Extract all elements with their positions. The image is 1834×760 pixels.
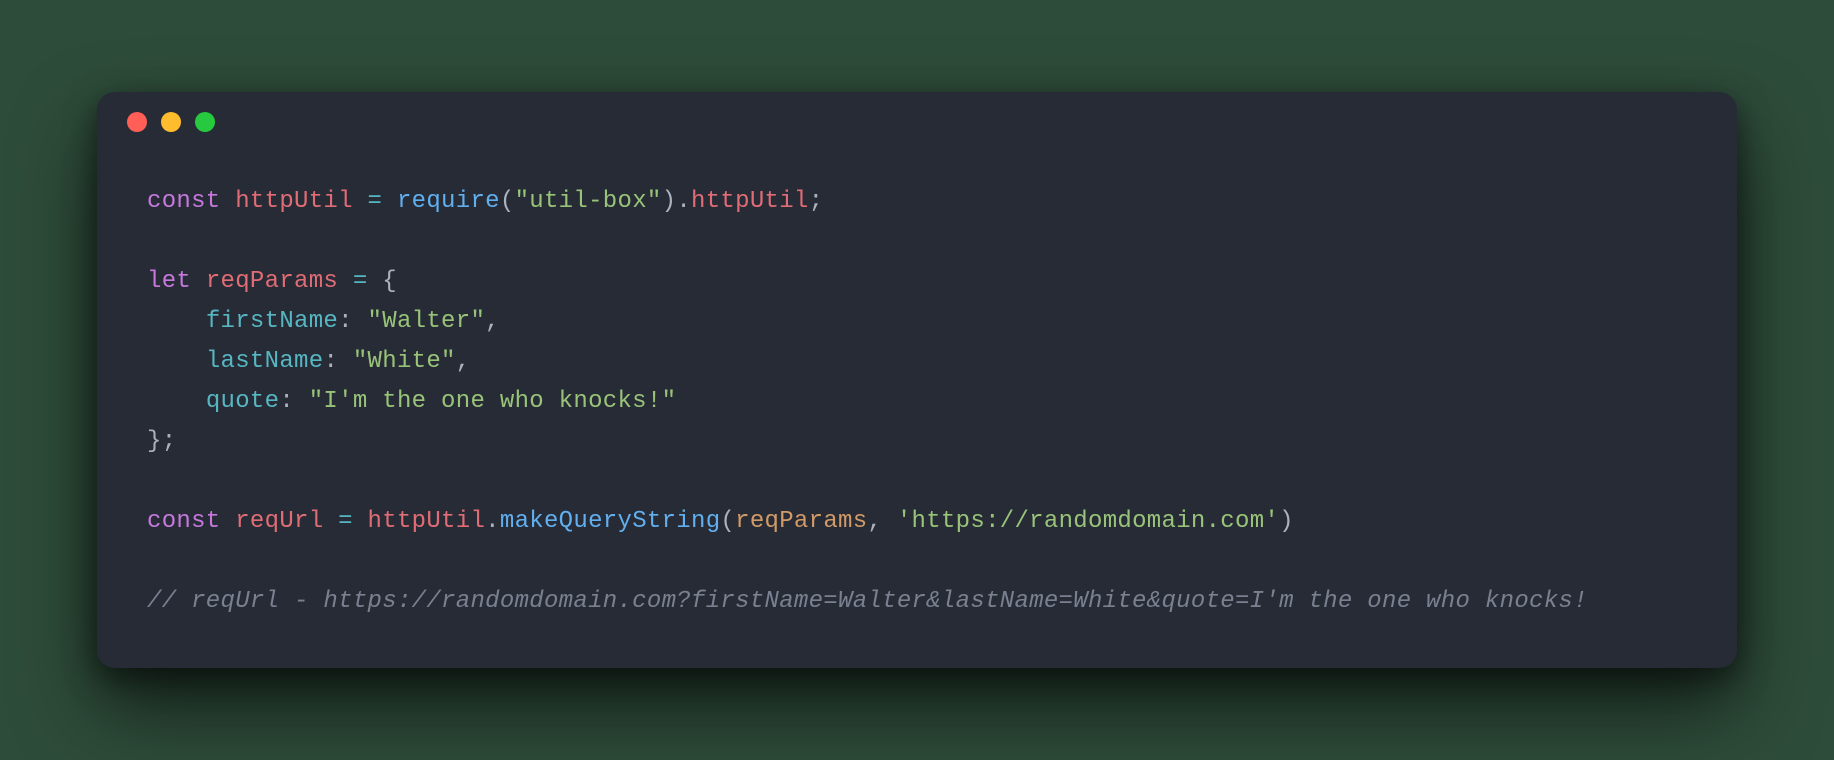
identifier-reqUrl: reqUrl [235,508,323,535]
code-line-5: lastName: "White", [147,348,470,375]
keyword-const: const [147,188,221,215]
prop-httpUtil: httpUtil [691,188,809,215]
string-white: "White" [353,348,456,375]
colon: : [323,348,352,375]
prop-lastName: lastName [206,348,324,375]
fn-require: require [397,188,500,215]
code-line-1: const httpUtil = require("util-box").htt… [147,188,823,215]
operator-eq: = [353,188,397,215]
string-walter: "Walter" [368,308,486,335]
keyword-const: const [147,508,221,535]
paren-open: ( [720,508,735,535]
window-titlebar [97,92,1737,152]
obj-httpUtil: httpUtil [368,508,486,535]
dot: . [485,508,500,535]
keyword-let: let [147,268,191,295]
close-icon[interactable] [127,112,147,132]
code-block: const httpUtil = require("util-box").htt… [97,152,1737,632]
comma: , [485,308,500,335]
identifier-httpUtil: httpUtil [235,188,353,215]
string-utilbox: "util-box" [515,188,662,215]
stage: const httpUtil = require("util-box").htt… [0,0,1834,760]
semicolon: ; [809,188,824,215]
code-window: const httpUtil = require("util-box").htt… [97,92,1737,668]
prop-firstName: firstName [206,308,338,335]
code-line-4: firstName: "Walter", [147,308,500,335]
minimize-icon[interactable] [161,112,181,132]
code-line-3: let reqParams = { [147,268,397,295]
dot: . [676,188,691,215]
indent [147,348,206,375]
code-line-9: const reqUrl = httpUtil.makeQueryString(… [147,508,1294,535]
maximize-icon[interactable] [195,112,215,132]
paren-close: ) [662,188,677,215]
fn-makeQueryString: makeQueryString [500,508,721,535]
code-line-7: }; [147,428,176,455]
brace-open: { [382,268,397,295]
operator-eq: = [338,268,382,295]
comma: , [867,508,896,535]
colon: : [338,308,367,335]
semicolon: ; [162,428,177,455]
indent [147,308,206,335]
paren-close: ) [1279,508,1294,535]
string-quote: "I'm the one who knocks!" [309,388,677,415]
colon: : [279,388,308,415]
arg-reqParams: reqParams [735,508,867,535]
operator-eq: = [323,508,367,535]
brace-close: } [147,428,162,455]
indent [147,388,206,415]
prop-quote: quote [206,388,280,415]
identifier-reqParams: reqParams [206,268,338,295]
comma: , [456,348,471,375]
code-line-6: quote: "I'm the one who knocks!" [147,388,676,415]
code-line-comment: // reqUrl - https://randomdomain.com?fir… [147,588,1588,615]
string-url: 'https://randomdomain.com' [897,508,1279,535]
paren-open: ( [500,188,515,215]
